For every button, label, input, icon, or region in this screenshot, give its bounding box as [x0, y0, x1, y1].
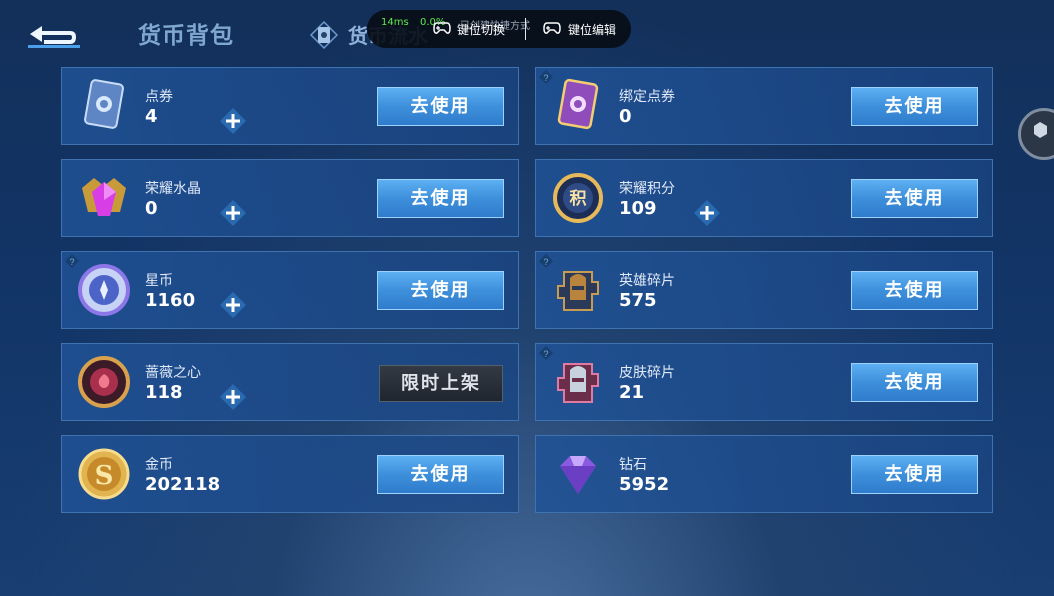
- currency-card-hero-fragment: ? 英雄碎片 575 去使用: [535, 251, 993, 329]
- use-button[interactable]: 去使用: [377, 271, 504, 310]
- currency-count: 202118: [145, 474, 221, 495]
- currency-name: 蔷薇之心: [145, 365, 201, 381]
- limited-sale-button[interactable]: 限时上架: [379, 365, 503, 402]
- currency-count: 4: [145, 106, 158, 127]
- currency-card-diamond: 钻石 5952 去使用: [535, 435, 993, 513]
- gamepad-icon: [433, 22, 451, 34]
- keymap-overlay: 14ms 0.0% 已创建快捷方式 键位切换 键位编辑: [367, 10, 631, 48]
- gold-coin-icon: S: [78, 448, 130, 500]
- divider: [525, 18, 526, 40]
- tab-currency-bag[interactable]: 货币背包: [138, 16, 234, 50]
- svg-text:S: S: [95, 461, 114, 491]
- glory-crystal-icon: [82, 178, 126, 216]
- glory-points-icon: 积: [553, 173, 603, 223]
- use-button[interactable]: 去使用: [851, 363, 978, 402]
- currency-card-gold-coin: S 金币 202118 去使用: [61, 435, 519, 513]
- use-button[interactable]: 去使用: [851, 179, 978, 218]
- currency-count: 0: [619, 106, 632, 127]
- use-button[interactable]: 去使用: [851, 87, 978, 126]
- add-icon[interactable]: [219, 291, 247, 319]
- currency-name: 绑定点券: [619, 89, 675, 105]
- currency-card-glory-points: 积 荣耀积分 109 去使用: [535, 159, 993, 237]
- rose-heart-icon: [78, 356, 130, 408]
- use-button[interactable]: 去使用: [377, 455, 504, 494]
- currency-name: 钻石: [619, 457, 647, 473]
- add-icon[interactable]: [219, 199, 247, 227]
- skin-fragment-icon: [557, 363, 599, 403]
- currency-card-coupon: 点券 4 去使用: [61, 67, 519, 145]
- use-button[interactable]: 去使用: [851, 271, 978, 310]
- gamepad-icon: [543, 22, 561, 34]
- currency-card-rose-heart: 蔷薇之心 118 限时上架: [61, 343, 519, 421]
- currency-name: 金币: [145, 457, 173, 473]
- hexagon-icon: [1034, 122, 1047, 138]
- currency-count: 21: [619, 382, 645, 403]
- currency-name: 英雄碎片: [619, 273, 675, 289]
- star-coin-icon: [78, 264, 130, 316]
- use-button[interactable]: 去使用: [377, 179, 504, 218]
- keymap-switch-button[interactable]: 键位切换: [457, 21, 505, 38]
- diamond-icon: [560, 456, 596, 494]
- currency-name: 星币: [145, 273, 173, 289]
- use-button[interactable]: 去使用: [377, 87, 504, 126]
- ticket-icon: [84, 79, 124, 129]
- currency-card-skin-fragment: ? 皮肤碎片 21 去使用: [535, 343, 993, 421]
- svg-text:积: 积: [570, 189, 587, 209]
- currency-count: 109: [619, 198, 657, 219]
- currency-name: 荣耀水晶: [145, 181, 201, 197]
- currency-card-star-coin: ? 星币 1160 去使用: [61, 251, 519, 329]
- currency-name: 点券: [145, 89, 173, 105]
- currency-count: 575: [619, 290, 657, 311]
- currency-count: 118: [145, 382, 183, 403]
- currency-count: 1160: [145, 290, 196, 311]
- floating-menu-button[interactable]: [1018, 108, 1054, 160]
- bound-ticket-icon: [557, 78, 599, 130]
- add-icon[interactable]: [693, 199, 721, 227]
- back-icon[interactable]: [24, 18, 82, 50]
- card-icon: [309, 20, 339, 50]
- currency-count: 0: [145, 198, 158, 219]
- ping-readout: 14ms: [381, 17, 409, 28]
- hero-fragment-icon: [557, 271, 599, 311]
- currency-name: 荣耀积分: [619, 181, 675, 197]
- add-icon[interactable]: [219, 383, 247, 411]
- currency-count: 5952: [619, 474, 670, 495]
- use-button[interactable]: 去使用: [851, 455, 978, 494]
- keymap-edit-button[interactable]: 键位编辑: [568, 21, 616, 38]
- currency-card-bound-coupon: ? 绑定点券 0 去使用: [535, 67, 993, 145]
- add-icon[interactable]: [219, 107, 247, 135]
- currency-name: 皮肤碎片: [619, 365, 675, 381]
- currency-card-glory-crystal: 荣耀水晶 0 去使用: [61, 159, 519, 237]
